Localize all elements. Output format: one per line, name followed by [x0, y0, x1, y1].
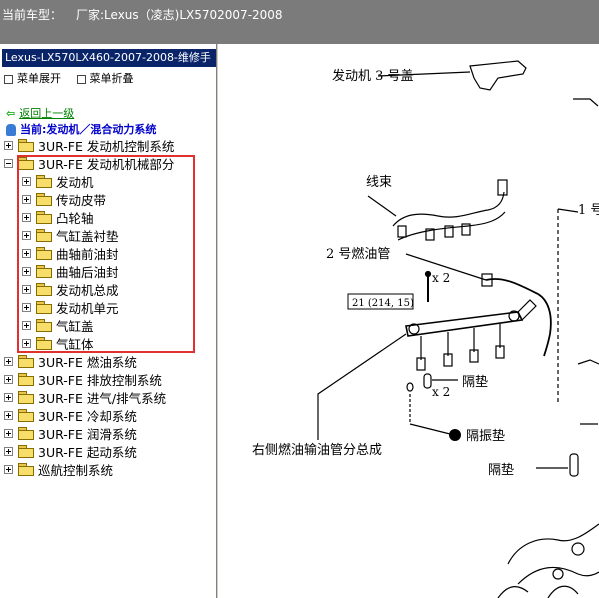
tree-item-label: 3UR-FE 排放控制系统: [38, 372, 162, 388]
sidebar-toolbar: 菜单展开 菜单折叠: [4, 70, 146, 86]
menu-icon: [76, 74, 86, 84]
label-qty-a: x 2: [432, 271, 450, 285]
wire-harness-part: [392, 191, 505, 227]
back-link-label: 返回上一级: [19, 107, 75, 120]
back-link[interactable]: ⇦ 返回上一级: [6, 105, 74, 121]
folder-icon: [18, 355, 34, 368]
insulator-part: [406, 382, 414, 392]
expand-icon[interactable]: [4, 410, 13, 420]
leader-line-harness: [367, 195, 397, 217]
label-fuel-rail: 右侧燃油输油管分总成: [252, 442, 382, 458]
expand-icon[interactable]: [4, 428, 13, 438]
label-harness: 线束: [366, 175, 392, 190]
vehicle-label: 当前车型：: [2, 8, 63, 22]
sidebar-title: Lexus-LX570LX460-2007-2008-维修手: [2, 49, 216, 67]
expand-all-label: 菜单展开: [17, 72, 61, 85]
folder-icon: [18, 463, 34, 476]
tree-item[interactable]: 3UR-FE 冷却系统: [0, 406, 216, 424]
label-spacer-a: 隔垫: [462, 374, 488, 390]
label-engine-cover: 发动机 3 号盖: [332, 68, 414, 84]
label-1: 1 号: [578, 203, 599, 218]
tree-item-label: 3UR-FE 发动机控制系统: [38, 138, 175, 154]
expand-icon[interactable]: [4, 392, 13, 402]
tree-item-label: 3UR-FE 进气/排气系统: [38, 390, 167, 406]
tree-item-label: 3UR-FE 润滑系统: [38, 426, 137, 442]
tree-item[interactable]: 巡航控制系统: [0, 460, 216, 478]
collapse-icon[interactable]: [4, 158, 13, 168]
folder-icon: [18, 391, 34, 404]
tree-item-label: 3UR-FE 冷却系统: [38, 408, 137, 424]
parts-diagram: 发动机 3 号盖 线束 2 号燃油管 x 2 21 (214, 15) 隔垫 x…: [218, 44, 599, 598]
diagram-drawing: 发动机 3 号盖 线束 2 号燃油管 x 2 21 (214, 15) 隔垫 x…: [252, 60, 599, 598]
expand-icon[interactable]: [4, 374, 13, 384]
expand-icon[interactable]: [4, 356, 13, 366]
collapse-all-label: 菜单折叠: [89, 72, 134, 85]
expand-icon[interactable]: [4, 464, 13, 474]
label-spacer-b: 隔垫: [488, 462, 514, 478]
tree-item[interactable]: 3UR-FE 起动系统: [0, 442, 216, 460]
engine-cover-part: [469, 60, 527, 91]
expand-all-button[interactable]: 菜单展开: [4, 72, 61, 85]
folder-icon: [18, 427, 34, 440]
folder-icon: [18, 409, 34, 422]
label-insulator: 隔振垫: [466, 428, 505, 444]
top-bar: 当前车型： 厂家:Lexus（凌志)LX5702007-2008: [0, 0, 599, 44]
spacer-part: [423, 373, 432, 389]
tree-item-label: 3UR-FE 燃油系统: [38, 354, 137, 370]
tree-item[interactable]: 3UR-FE 燃油系统: [0, 352, 216, 370]
spacer-part: [569, 453, 579, 477]
label-qty-b: x 2: [432, 385, 450, 399]
tree-item[interactable]: 3UR-FE 润滑系统: [0, 424, 216, 442]
harness-connector: [497, 179, 508, 196]
collapse-all-button[interactable]: 菜单折叠: [76, 72, 134, 85]
fuel-rail-part: [405, 311, 524, 337]
tree-item-label: 3UR-FE 起动系统: [38, 444, 137, 460]
tree-item[interactable]: 3UR-FE 发动机控制系统: [0, 136, 216, 154]
folder-icon: [18, 373, 34, 386]
expand-icon[interactable]: [4, 140, 13, 150]
label-torque: 21 (214, 15): [352, 298, 414, 309]
folder-icon: [18, 139, 34, 152]
insulator-symbol: [449, 429, 461, 441]
selection-highlight: [17, 155, 195, 353]
label-fuel-pipe: 2 号燃油管: [326, 246, 390, 262]
folder-icon: [18, 445, 34, 458]
harness-connector: [397, 225, 407, 238]
tree-item[interactable]: 3UR-FE 进气/排气系统: [0, 388, 216, 406]
tree-item[interactable]: 3UR-FE 排放控制系统: [0, 370, 216, 388]
current-location-label: 当前:发动机／混合动力系统: [20, 123, 157, 136]
tree-item-label: 巡航控制系统: [38, 462, 114, 478]
leader-line-rail: [317, 333, 407, 440]
vehicle-value: 厂家:Lexus（凌志)LX5702007-2008: [76, 8, 283, 22]
back-arrow-icon: ⇦: [6, 107, 16, 120]
expand-icon[interactable]: [4, 446, 13, 456]
location-icon: [6, 124, 16, 136]
menu-icon: [4, 74, 13, 84]
